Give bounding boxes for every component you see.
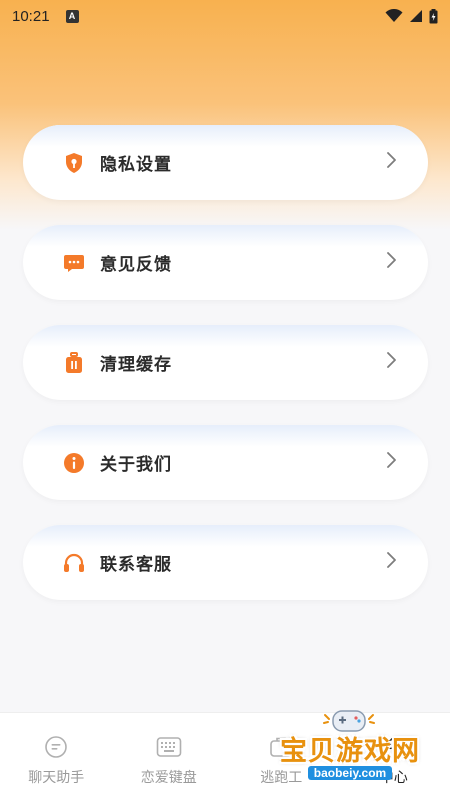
tab-chat-assistant[interactable]: 聊天助手 — [0, 713, 113, 800]
chevron-right-icon — [386, 452, 396, 473]
gamepad-icon — [323, 710, 375, 732]
tab-label: 聊天助手 — [28, 769, 85, 785]
menu-item-label: 意见反馈 — [100, 255, 172, 274]
status-bar: 10:21 A — [0, 0, 450, 32]
menu-item-contact-service[interactable]: 联系客服 — [23, 525, 428, 600]
tab-label: 恋爱键盘 — [140, 769, 197, 785]
menu-item-label: 清理缓存 — [100, 355, 172, 374]
watermark-url: baobeiy.com — [307, 766, 393, 780]
wifi-icon — [385, 9, 403, 22]
tab-love-keyboard[interactable]: 恋爱键盘 — [113, 713, 226, 800]
info-icon — [63, 452, 85, 474]
watermark-logo: 宝贝游戏网 baobeiy.com — [275, 705, 425, 783]
chat-dots-icon — [63, 252, 85, 274]
menu-item-privacy[interactable]: 隐私设置 — [23, 125, 428, 200]
keyboard-icon — [155, 733, 183, 761]
headset-icon — [63, 552, 85, 574]
notification-icon: A — [65, 9, 79, 23]
status-time: 10:21 — [12, 7, 50, 25]
chevron-right-icon — [386, 352, 396, 373]
trash-icon — [63, 351, 85, 374]
shield-lock-icon — [63, 152, 85, 174]
chevron-right-icon — [386, 252, 396, 273]
menu-item-feedback[interactable]: 意见反馈 — [23, 225, 428, 300]
menu-item-label: 隐私设置 — [100, 155, 172, 174]
chat-icon — [42, 733, 70, 761]
battery-icon — [429, 8, 438, 23]
signal-icon — [410, 10, 422, 22]
menu-item-about[interactable]: 关于我们 — [23, 425, 428, 500]
chevron-right-icon — [386, 552, 396, 573]
settings-menu: 隐私设置 意见反馈 清理缓存 关于我们 联系客服 — [23, 125, 428, 625]
menu-item-clear-cache[interactable]: 清理缓存 — [23, 325, 428, 400]
status-indicators — [385, 8, 438, 24]
menu-item-label: 联系客服 — [100, 555, 172, 574]
menu-item-label: 关于我们 — [100, 455, 172, 474]
chevron-right-icon — [386, 152, 396, 173]
